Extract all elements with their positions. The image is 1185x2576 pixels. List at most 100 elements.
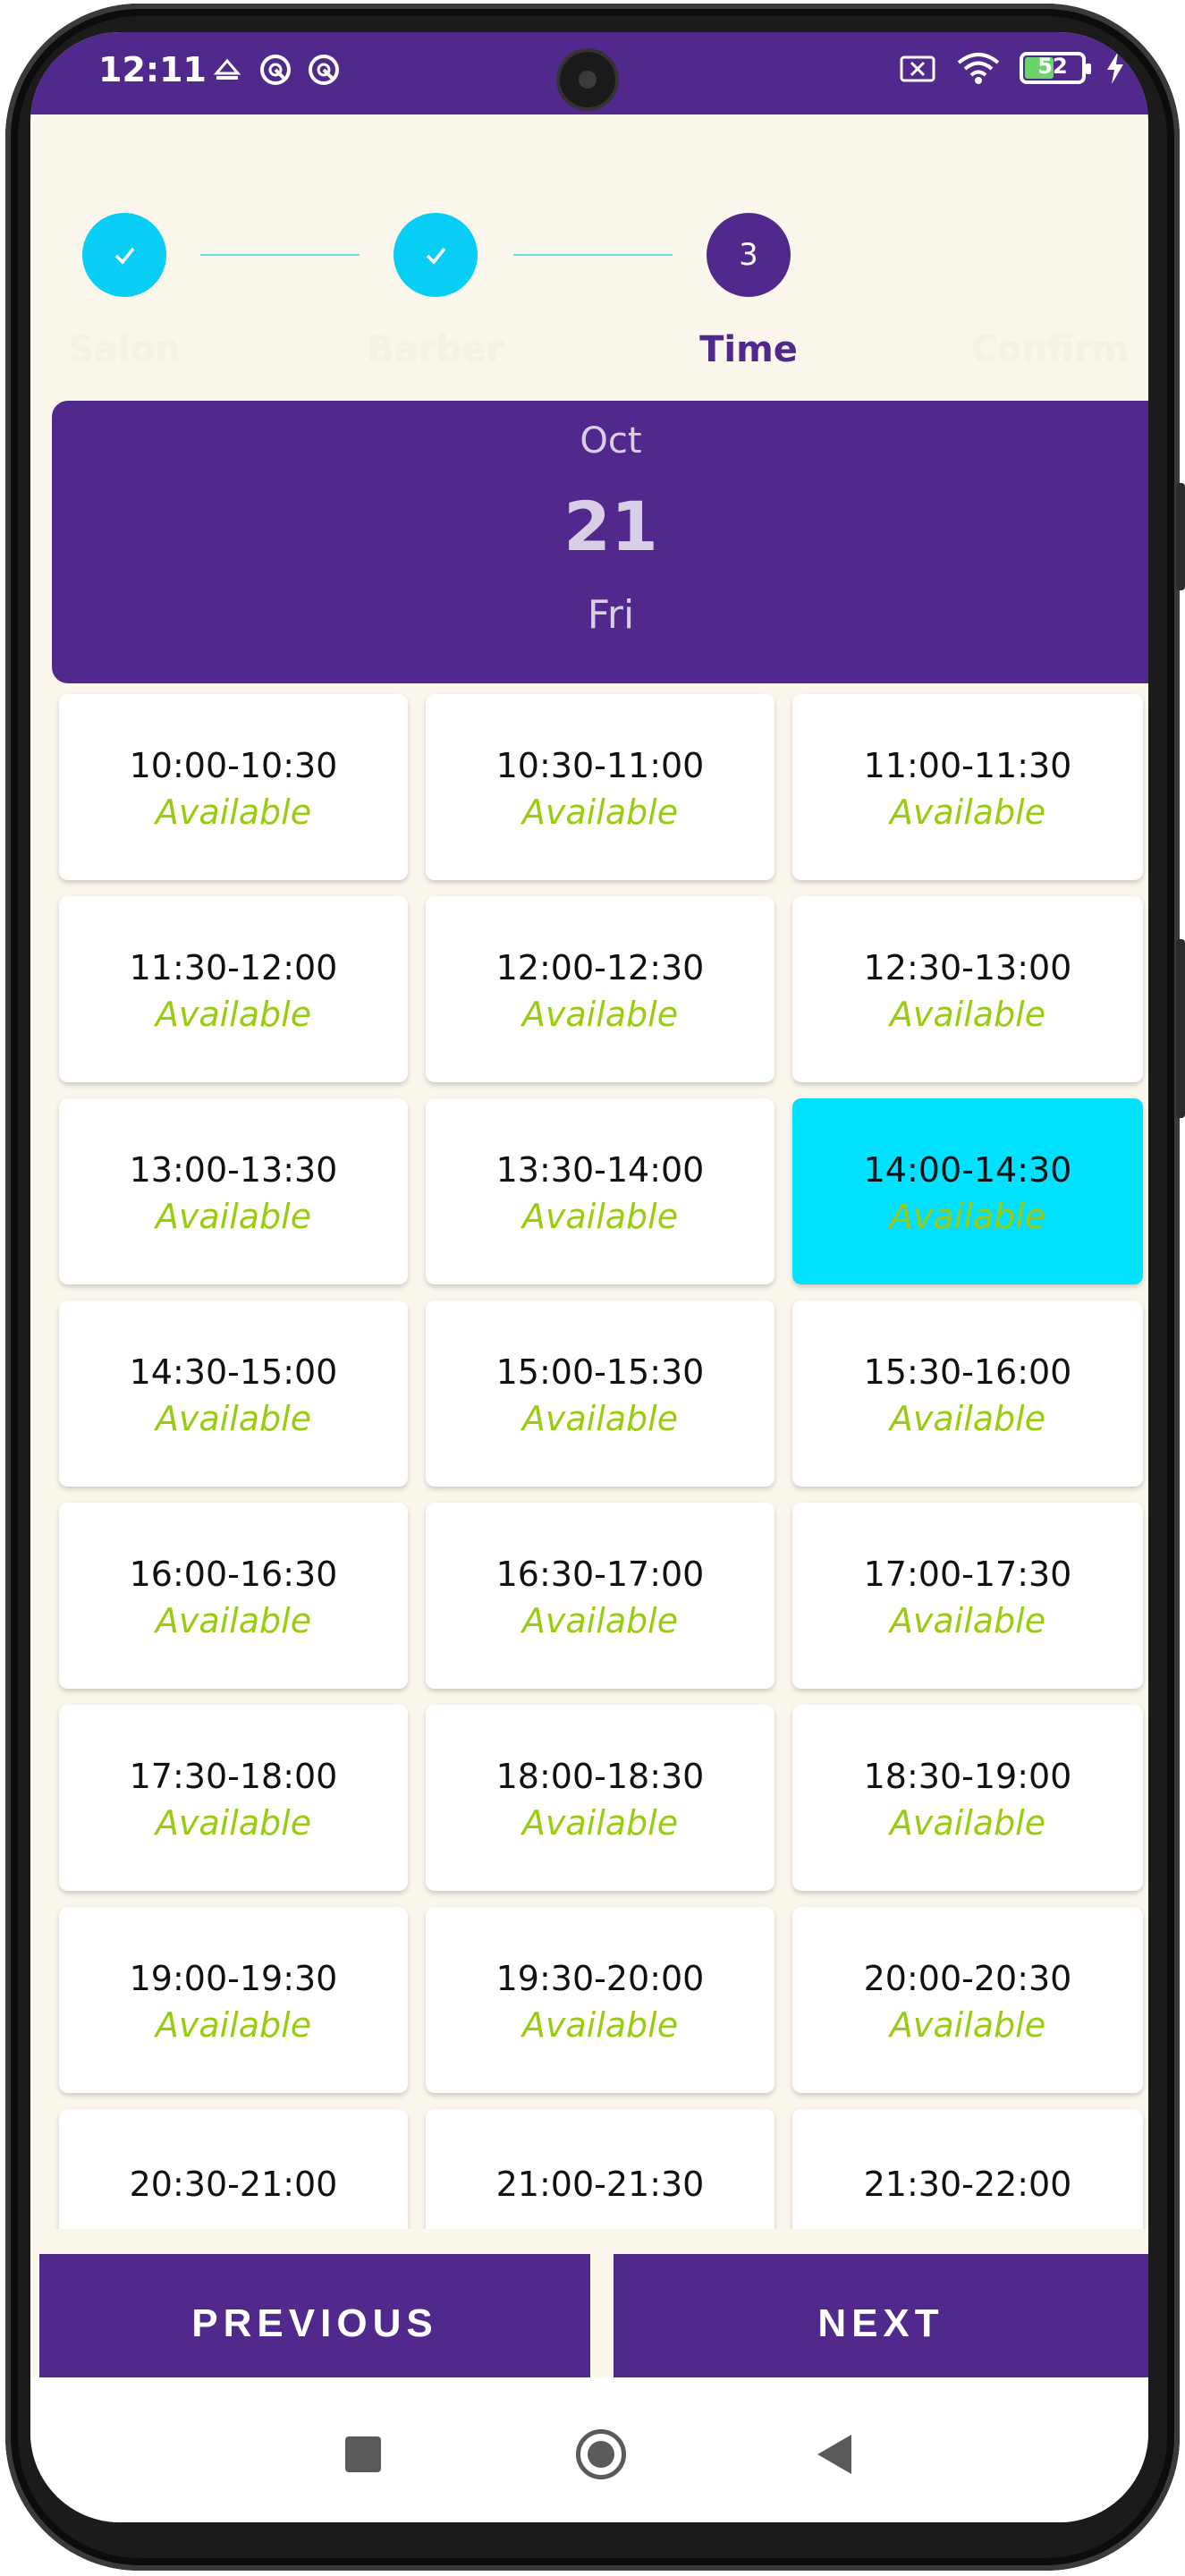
time-slot[interactable]: 11:00-11:30 Available xyxy=(792,694,1143,880)
time-slot[interactable]: 20:00-20:30 Available xyxy=(792,1907,1143,2093)
time-slot[interactable]: 10:00-10:30 Available xyxy=(59,694,408,880)
time-slot[interactable]: 11:30-12:00 Available xyxy=(59,896,408,1082)
date-header[interactable]: Oct 21 Fri xyxy=(52,401,1148,683)
time-slot[interactable]: 10:30-11:00 Available xyxy=(426,694,774,880)
time-slot-selected[interactable]: 14:00-14:30 Available xyxy=(792,1098,1143,1284)
slot-time: 17:30-18:00 xyxy=(129,1757,338,1796)
slot-time: 11:00-11:30 xyxy=(863,746,1072,785)
time-slot[interactable]: 21:00-21:30 xyxy=(426,2109,774,2229)
next-button[interactable]: NEXT xyxy=(614,2254,1148,2394)
power-button xyxy=(1176,939,1185,1118)
step-connector xyxy=(513,254,673,256)
status-icons-left xyxy=(209,52,342,88)
check-icon xyxy=(426,247,446,265)
slot-status: Available xyxy=(889,1197,1046,1236)
navigation-buttons: PREVIOUS NEXT xyxy=(30,2229,1148,2394)
slot-status: Available xyxy=(521,2005,679,2045)
slot-time: 15:30-16:00 xyxy=(863,1352,1072,1392)
system-navigation-bar xyxy=(30,2377,1148,2522)
sync-icon xyxy=(260,55,291,85)
slot-time: 10:30-11:00 xyxy=(495,746,705,785)
time-slot-list[interactable]: 10:00-10:30 Available 10:30-11:00 Available… xyxy=(30,685,1148,2229)
time-slot[interactable]: 17:30-18:00 Available xyxy=(59,1705,408,1891)
slot-status: Available xyxy=(889,995,1046,1034)
slot-time: 21:30-22:00 xyxy=(863,2165,1072,2204)
time-slot[interactable]: 13:00-13:30 Available xyxy=(59,1098,408,1284)
time-slot[interactable]: 13:30-14:00 Available xyxy=(426,1098,774,1284)
recents-icon[interactable] xyxy=(345,2436,381,2472)
slot-status: Available xyxy=(155,1399,312,1438)
time-slot[interactable]: 12:30-13:00 Available xyxy=(792,896,1143,1082)
charging-icon xyxy=(1107,52,1123,84)
step-time-number[interactable]: 3 xyxy=(707,213,791,297)
slot-status: Available xyxy=(521,995,679,1034)
step-salon-check[interactable] xyxy=(82,213,166,297)
step-label-time: Time xyxy=(699,329,798,370)
slot-time: 10:00-10:30 xyxy=(129,746,338,785)
time-slot[interactable]: 15:00-15:30 Available xyxy=(426,1301,774,1487)
back-icon[interactable] xyxy=(817,2435,851,2474)
slot-status: Available xyxy=(521,1399,679,1438)
time-slot[interactable]: 17:00-17:30 Available xyxy=(792,1503,1143,1689)
time-slot[interactable]: 20:30-21:00 xyxy=(59,2109,408,2229)
date-weekday: Fri xyxy=(587,592,635,638)
slot-status: Available xyxy=(889,1399,1046,1438)
slot-time: 15:00-15:30 xyxy=(495,1352,705,1392)
slot-time: 19:00-19:30 xyxy=(129,1959,338,1998)
time-slot-grid: 10:00-10:30 Available 10:30-11:00 Available… xyxy=(59,694,1148,2229)
slot-time: 20:30-21:00 xyxy=(129,2165,338,2204)
battery-cap xyxy=(1086,64,1091,74)
time-slot[interactable]: 12:00-12:30 Available xyxy=(426,896,774,1082)
slot-status: Available xyxy=(155,2005,312,2045)
slot-status: Available xyxy=(155,1197,312,1236)
battery-icon: 52 xyxy=(1020,52,1091,84)
slot-time: 13:00-13:30 xyxy=(129,1150,338,1190)
time-slot[interactable]: 19:00-19:30 Available xyxy=(59,1907,408,2093)
home-icon[interactable] xyxy=(576,2429,626,2479)
slot-time: 13:30-14:00 xyxy=(495,1150,705,1190)
step-connector xyxy=(200,254,360,256)
no-sim-icon xyxy=(900,55,935,82)
slot-time: 14:00-14:30 xyxy=(863,1150,1072,1190)
slot-time: 14:30-15:00 xyxy=(129,1352,338,1392)
time-slot[interactable]: 21:30-22:00 xyxy=(792,2109,1143,2229)
time-slot[interactable]: 19:30-20:00 Available xyxy=(426,1907,774,2093)
time-slot[interactable]: 18:30-19:00 Available xyxy=(792,1705,1143,1891)
slot-time: 19:30-20:00 xyxy=(495,1959,705,1998)
slot-time: 17:00-17:30 xyxy=(863,1555,1072,1594)
step-barber-check[interactable] xyxy=(394,213,478,297)
date-month: Oct xyxy=(580,420,642,462)
slot-time: 18:00-18:30 xyxy=(495,1757,705,1796)
slot-status: Available xyxy=(155,1601,312,1640)
status-icons-right: 52 xyxy=(898,50,1127,86)
slot-time: 18:30-19:00 xyxy=(863,1757,1072,1796)
phone-frame: 12:11 52 3 Salon Barber Time Confirm Oct… xyxy=(0,0,1185,2576)
slot-status: Available xyxy=(889,2005,1046,2045)
check-icon xyxy=(114,247,135,265)
date-day: 21 xyxy=(563,487,658,566)
slot-time: 11:30-12:00 xyxy=(129,948,338,987)
booking-stepper: 3 Salon Barber Time Confirm xyxy=(30,114,1148,419)
time-slot[interactable]: 14:30-15:00 Available xyxy=(59,1301,408,1487)
slot-status: Available xyxy=(889,792,1046,832)
time-slot[interactable]: 18:00-18:30 Available xyxy=(426,1705,774,1891)
slot-status: Available xyxy=(155,792,312,832)
wifi-icon xyxy=(957,53,1000,84)
slot-status: Available xyxy=(889,1601,1046,1640)
time-slot[interactable]: 16:30-17:00 Available xyxy=(426,1503,774,1689)
slot-status: Available xyxy=(155,995,312,1034)
time-slot[interactable]: 15:30-16:00 Available xyxy=(792,1301,1143,1487)
time-slot[interactable]: 16:00-16:30 Available xyxy=(59,1503,408,1689)
front-camera xyxy=(560,52,615,107)
slot-time: 12:00-12:30 xyxy=(495,948,705,987)
slot-status: Available xyxy=(521,1601,679,1640)
slot-status: Available xyxy=(521,1803,679,1843)
status-time: 12:11 xyxy=(98,50,207,89)
volume-button xyxy=(1176,483,1185,590)
slot-time: 20:00-20:30 xyxy=(863,1959,1072,1998)
slot-time: 16:30-17:00 xyxy=(495,1555,705,1594)
previous-button[interactable]: PREVIOUS xyxy=(39,2254,590,2394)
slot-status: Available xyxy=(889,1803,1046,1843)
slot-time: 16:00-16:30 xyxy=(129,1555,338,1594)
step-label-salon: Salon xyxy=(68,329,181,370)
